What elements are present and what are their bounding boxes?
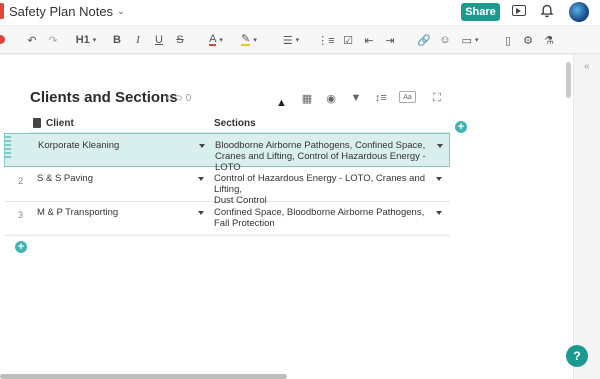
table-view-icon[interactable]: ▦: [300, 92, 314, 105]
chevron-down-icon[interactable]: [436, 177, 442, 181]
cell-sections[interactable]: Confined Space, Bloodborne Airborne Path…: [214, 207, 434, 229]
chevron-down-icon: ⌄: [117, 6, 125, 16]
add-row-button[interactable]: +: [15, 241, 27, 253]
text-style-button[interactable]: Aa: [399, 91, 416, 103]
fullscreen-icon[interactable]: ⛶: [430, 92, 444, 104]
doc-title-menu[interactable]: Safety Plan Notes ⌄: [9, 4, 125, 19]
chevron-down-icon[interactable]: [199, 144, 205, 148]
strikethrough-button[interactable]: S: [175, 33, 185, 47]
integrations-icon[interactable]: ⚙: [522, 33, 534, 47]
table-row[interactable]: 2 S & S Paving Control of Hazardous Ener…: [4, 168, 450, 206]
automation-icon[interactable]: ⚗: [543, 33, 555, 47]
side-panel-edge: [573, 55, 600, 379]
table-title: Clients and Sections: [30, 89, 178, 106]
table-link-count[interactable]: ⊂⊃ 0: [166, 93, 191, 104]
bullet-list-icon[interactable]: ⋮≡: [317, 33, 334, 47]
chevron-down-icon[interactable]: [198, 211, 204, 215]
add-column-button[interactable]: +: [455, 121, 467, 133]
chevron-down-icon[interactable]: [437, 144, 443, 148]
text-color-dropdown[interactable]: A ▾: [206, 33, 226, 47]
horizontal-scrollbar[interactable]: [0, 374, 287, 379]
sections-line: Confined Space, Bloodborne Airborne Path…: [214, 207, 425, 218]
comment-dropdown[interactable]: ▭ ▾: [459, 33, 481, 47]
sections-line: Bloodborne Airborne Pathogens, Confined …: [215, 140, 426, 151]
outdent-icon[interactable]: ⇤: [363, 33, 375, 47]
cell-client[interactable]: Korporate Kleaning: [38, 140, 119, 151]
text-color-label: A: [209, 33, 217, 46]
italic-button[interactable]: I: [133, 33, 143, 47]
link-icon: ⊂⊃: [166, 93, 183, 104]
heading-dropdown[interactable]: H1 ▾: [75, 33, 97, 47]
doc-title: Safety Plan Notes: [9, 4, 114, 19]
chevron-down-icon: ▾: [474, 37, 479, 44]
emoji-icon[interactable]: ☺: [439, 33, 451, 47]
bell-icon[interactable]: [540, 4, 554, 18]
link-count: 0: [185, 93, 192, 104]
bold-button[interactable]: B: [112, 33, 122, 47]
eye-icon[interactable]: ◉: [324, 92, 338, 105]
table-row[interactable]: Korporate Kleaning Bloodborne Airborne P…: [4, 133, 450, 173]
row-drag-handle[interactable]: [5, 136, 11, 160]
present-icon[interactable]: [512, 5, 526, 16]
align-left-icon: ☰: [282, 34, 293, 47]
sections-line: Fall Protection: [214, 218, 275, 229]
chevron-down-icon: ▾: [92, 37, 97, 44]
top-bar: Safety Plan Notes ⌄ Share: [0, 0, 600, 25]
cell-client[interactable]: S & S Paving: [37, 173, 93, 184]
heading-label: H1: [75, 34, 90, 46]
column-header-sections[interactable]: Sections: [214, 118, 256, 129]
sort-icon[interactable]: ↕≡: [374, 92, 388, 104]
share-button[interactable]: Share: [461, 3, 500, 21]
highlight-dropdown[interactable]: ✎ ▾: [238, 33, 260, 47]
redo-icon[interactable]: ↷: [47, 33, 59, 47]
formatting-toolbar: ↶ ↷ H1 ▾ B I U S A ▾ ✎ ▾ ☰ ▾ ⋮≡ ☑ ⇤ ⇥ 🔗 …: [0, 27, 600, 54]
book-icon[interactable]: ▯: [502, 33, 514, 47]
avatar[interactable]: [569, 2, 589, 22]
help-button[interactable]: ?: [566, 345, 588, 367]
mouse-cursor-icon: ▲: [276, 97, 287, 109]
chevron-down-icon: ▾: [253, 37, 257, 44]
column-type-icon: [33, 118, 41, 128]
chevron-down-icon[interactable]: [436, 211, 442, 215]
table-row[interactable]: 3 M & P Transporting Confined Space, Blo…: [4, 202, 450, 236]
sections-line: Control of Hazardous Energy - LOTO, Cran…: [214, 173, 426, 195]
chevron-down-icon[interactable]: [198, 177, 204, 181]
expand-panel-icon[interactable]: «: [584, 61, 590, 72]
cell-client[interactable]: M & P Transporting: [37, 207, 118, 218]
filter-icon[interactable]: ▼: [349, 92, 363, 104]
vertical-scrollbar[interactable]: [566, 62, 571, 98]
row-number: 2: [18, 176, 24, 186]
status-dot: [0, 35, 5, 44]
link-icon[interactable]: 🔗: [417, 33, 431, 47]
underline-button[interactable]: U: [154, 33, 164, 47]
chevron-down-icon: ▾: [219, 37, 223, 44]
checklist-icon[interactable]: ☑: [342, 33, 354, 47]
highlight-icon: ✎: [241, 33, 251, 46]
comment-icon: ▭: [461, 34, 472, 47]
row-number: 3: [18, 210, 24, 220]
indent-icon[interactable]: ⇥: [384, 33, 396, 47]
column-header-client[interactable]: Client: [46, 118, 74, 129]
undo-icon[interactable]: ↶: [26, 33, 38, 47]
app-logo: [0, 3, 4, 19]
align-dropdown[interactable]: ☰ ▾: [280, 33, 302, 47]
chevron-down-icon: ▾: [295, 37, 300, 44]
